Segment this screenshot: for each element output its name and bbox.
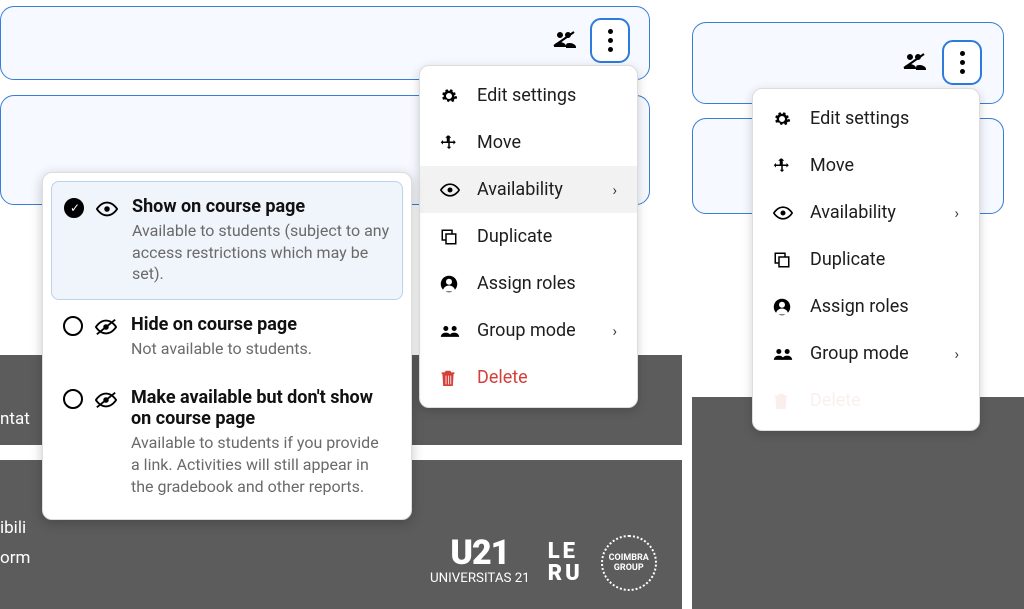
availability-option-show[interactable]: Show on course page Available to student… [51,181,403,300]
menu-item-label: Delete [810,390,861,411]
option-title: Hide on course page [131,314,391,335]
menu-move[interactable]: Move [420,119,637,166]
radio-icon [63,316,83,336]
group-icon [773,347,795,361]
menu-item-label: Delete [477,367,528,388]
chevron-right-icon: › [612,322,617,340]
menu-group-mode[interactable]: Group mode › [753,330,979,377]
trash-icon [440,369,462,387]
panel-left: ntat ibili orm U21 UNIVERSITAS 21 LE RU … [0,0,682,609]
logo-leru: LE RU [548,541,583,585]
menu-item-label: Move [477,132,521,153]
kebab-icon [960,51,965,74]
option-desc: Available to students if you provide a l… [131,432,391,497]
availability-option-hide[interactable]: Hide on course page Not available to stu… [51,300,403,374]
option-desc: Available to students (subject to any ac… [132,220,390,285]
actions-menu: Edit settings Move Availability › Duplic… [419,65,638,408]
eye-icon [96,198,120,220]
group-icon [440,324,462,338]
duplicate-icon [773,251,795,269]
menu-item-label: Assign roles [477,273,576,294]
menu-delete[interactable]: Delete [753,377,979,424]
logo-u21: U21 UNIVERSITAS 21 [430,540,530,586]
availability-submenu: Show on course page Available to student… [42,172,412,520]
kebab-icon [608,29,613,52]
gear-icon [440,87,462,105]
gear-icon [773,110,795,128]
trash-icon [773,392,795,410]
move-icon [773,157,795,175]
no-groups-icon [552,30,576,48]
menu-item-label: Move [810,155,854,176]
menu-delete[interactable]: Delete [420,354,637,401]
eye-slash-icon [95,316,119,338]
footer-text: ibili [0,516,26,542]
menu-item-label: Group mode [477,320,576,341]
menu-availability[interactable]: Availability › [753,189,979,236]
menu-duplicate[interactable]: Duplicate [753,236,979,283]
menu-item-label: Availability [477,179,563,200]
no-groups-icon [902,52,926,70]
actions-menu-button[interactable] [942,40,982,85]
menu-edit-settings[interactable]: Edit settings [420,72,637,119]
logo-coimbra-group: COIMBRA GROUP [601,535,657,591]
menu-item-label: Availability [810,202,896,223]
move-icon [440,134,462,152]
menu-availability[interactable]: Availability › [420,166,637,213]
footer-text: orm [0,546,30,572]
eye-icon [773,206,795,220]
menu-group-mode[interactable]: Group mode › [420,307,637,354]
chevron-right-icon: › [954,204,959,222]
menu-item-label: Edit settings [810,108,909,129]
eye-icon [440,183,462,197]
option-title: Make available but don't show on course … [131,387,391,429]
footer-text: ntat [0,407,30,433]
menu-assign-roles[interactable]: Assign roles [420,260,637,307]
chevron-right-icon: › [612,181,617,199]
user-icon [773,298,795,316]
actions-menu-button[interactable] [590,18,630,63]
option-title: Show on course page [132,196,390,217]
actions-menu: Edit settings Move Availability › Duplic… [752,88,980,431]
menu-assign-roles[interactable]: Assign roles [753,283,979,330]
eye-slash-icon [95,389,119,411]
menu-item-label: Group mode [810,343,909,364]
radio-icon [63,389,83,409]
menu-edit-settings[interactable]: Edit settings [753,95,979,142]
panel-right: Edit settings Move Availability › Duplic… [692,0,1024,609]
chevron-right-icon: › [954,345,959,363]
menu-duplicate[interactable]: Duplicate [420,213,637,260]
radio-selected-icon [64,198,84,218]
duplicate-icon [440,228,462,246]
option-desc: Not available to students. [131,338,391,360]
menu-item-label: Assign roles [810,296,909,317]
menu-item-label: Edit settings [477,85,576,106]
menu-move[interactable]: Move [753,142,979,189]
user-icon [440,275,462,293]
availability-option-stealth[interactable]: Make available but don't show on course … [51,373,403,511]
menu-item-label: Duplicate [810,249,885,270]
menu-item-label: Duplicate [477,226,552,247]
